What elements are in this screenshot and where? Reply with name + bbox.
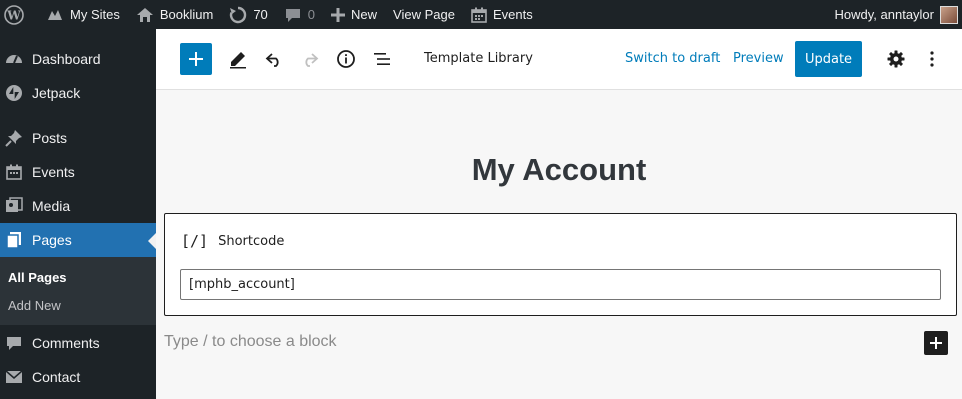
submenu-all-pages[interactable]: All Pages [0,263,156,291]
info-icon [337,50,355,68]
editor-canvas: My Account [/] Shortcode [mphb_account] … [156,90,962,399]
add-block-button[interactable] [180,43,212,75]
shortcode-block[interactable]: [/] Shortcode [mphb_account] [164,213,957,316]
my-account-menu[interactable]: Howdy, anntaylor [827,0,962,29]
comment-bubble-icon [284,7,302,23]
list-view-button[interactable] [368,41,396,77]
comments-menu[interactable]: 0 [276,0,323,29]
switch-to-draft-button[interactable]: Switch to draft [625,51,720,66]
updates-menu[interactable]: 70 [221,0,275,29]
calendar-icon [471,7,487,23]
gear-icon [887,50,905,68]
updates-count: 70 [253,7,268,22]
my-sites-menu[interactable]: My Sites [38,0,128,29]
comments-count: 0 [307,7,316,22]
site-name-menu[interactable]: Booklium [128,0,221,29]
more-options-button[interactable] [918,41,946,77]
document-title[interactable]: Template Library [424,51,533,66]
new-label: New [351,7,378,22]
admin-bar: W My Sites Booklium 70 0 New View Page E… [0,0,962,29]
sidebar-item-label: Pages [32,232,72,248]
sidebar-item-label: Contact [32,369,81,385]
sidebar-item-jetpack[interactable]: Jetpack [0,76,156,110]
home-icon [136,7,154,23]
sidebar-item-label: Media [32,198,71,214]
view-page-link[interactable]: View Page [385,0,463,29]
wordpress-logo-menu[interactable]: W [0,0,38,29]
sidebar-item-pages[interactable]: Pages [0,223,156,257]
sidebar-item-label: Dashboard [32,51,101,67]
my-sites-label: My Sites [70,7,120,22]
inline-add-block-button[interactable] [924,331,948,355]
sidebar-item-comments[interactable]: Comments [0,326,156,360]
dashboard-icon [0,50,32,68]
calendar-icon [0,164,32,180]
list-view-icon [374,53,390,65]
pin-icon [0,129,32,147]
shortcode-input[interactable]: [mphb_account] [180,269,941,300]
site-name-label: Booklium [159,7,214,22]
pencil-icon [230,52,246,69]
undo-icon [265,53,279,67]
pages-icon [0,231,32,249]
shortcode-block-header: [/] Shortcode [181,232,284,250]
wordpress-logo-icon: W [4,4,24,25]
events-menu[interactable]: Events [463,0,541,29]
sidebar-item-label: Events [32,164,75,180]
my-sites-icon [46,7,64,23]
page-title[interactable]: My Account [156,152,962,188]
jetpack-icon [0,84,32,102]
settings-button[interactable] [882,41,910,77]
svg-text:W: W [6,8,21,22]
sidebar-item-posts[interactable]: Posts [0,121,156,155]
avatar [940,5,958,24]
undo-button[interactable] [260,41,288,77]
new-content-menu[interactable]: New [323,0,385,29]
sidebar-item-events[interactable]: Events [0,155,156,189]
updates-icon [229,6,247,24]
details-button[interactable] [332,41,360,77]
view-page-label: View Page [393,7,455,22]
events-label: Events [492,7,533,22]
redo-button[interactable] [296,41,324,77]
sidebar-item-dashboard[interactable]: Dashboard [0,42,156,76]
block-appender-placeholder[interactable]: Type / to choose a block [164,333,337,351]
redo-icon [305,53,319,67]
shortcode-block-title: Shortcode [218,233,285,249]
editor-toolbar: Template Library Switch to draft Preview… [156,29,962,90]
comment-icon [0,335,32,351]
sidebar-item-label: Jetpack [32,85,81,101]
sidebar-item-media[interactable]: Media [0,189,156,223]
update-button[interactable]: Update [795,41,862,77]
mail-icon [0,370,32,384]
sidebar-item-label: Posts [32,130,68,146]
submenu-add-new[interactable]: Add New [0,291,156,319]
admin-sidebar: Dashboard Jetpack Posts Events Media Pag… [0,29,156,399]
more-vertical-icon [930,51,934,67]
howdy-label: Howdy, anntaylor [834,7,934,22]
pages-submenu: All Pages Add New [0,257,156,325]
media-icon [0,197,32,215]
plus-icon [930,337,942,349]
preview-button[interactable]: Preview [733,51,784,66]
tools-button[interactable] [224,41,252,77]
sidebar-item-label: Comments [32,335,100,351]
shortcode-icon: [/] [181,232,209,250]
plus-icon [331,7,346,22]
plus-icon [189,52,203,66]
sidebar-item-contact[interactable]: Contact [0,360,156,394]
